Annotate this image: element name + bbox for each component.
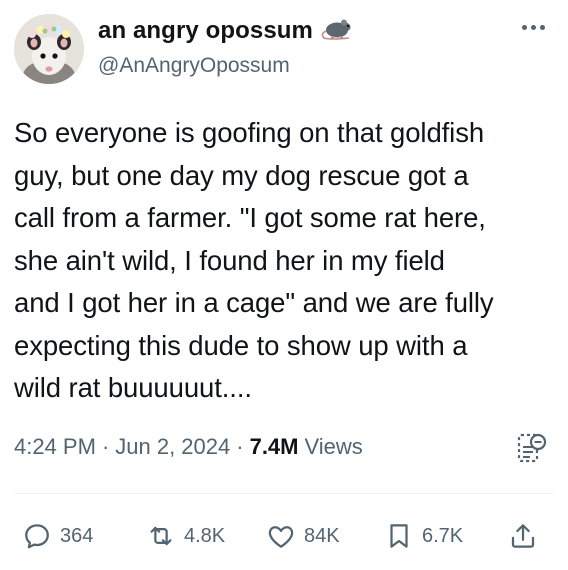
action-bar: 364 4.8K 84K 6.7K bbox=[0, 516, 568, 556]
grok-icon[interactable] bbox=[516, 430, 548, 466]
bookmark-count: 6.7K bbox=[422, 524, 464, 547]
like-button[interactable]: 84K bbox=[266, 516, 340, 556]
reply-button[interactable]: 364 bbox=[22, 516, 93, 556]
like-count: 84K bbox=[304, 524, 340, 547]
opossum-avatar-icon bbox=[14, 14, 84, 84]
tweet-meta: 4:24 PM · Jun 2, 2024 · 7.4M Views bbox=[14, 434, 363, 460]
meta-separator: · bbox=[236, 434, 244, 459]
share-button[interactable] bbox=[508, 516, 538, 556]
bookmark-icon bbox=[390, 524, 408, 548]
divider bbox=[14, 493, 554, 494]
repost-count: 4.8K bbox=[184, 524, 226, 547]
repost-icon bbox=[150, 526, 172, 546]
heart-icon bbox=[268, 526, 294, 548]
author-name-row: an angry opossum bbox=[98, 16, 355, 45]
tweet-text: So everyone is goofing on that goldfish … bbox=[14, 117, 494, 403]
display-name[interactable]: an angry opossum bbox=[98, 17, 313, 45]
repost-button[interactable]: 4.8K bbox=[146, 516, 225, 556]
rat-icon bbox=[321, 16, 355, 45]
tweet-date[interactable]: Jun 2, 2024 bbox=[115, 434, 230, 460]
views-count: 7.4M bbox=[249, 434, 299, 459]
tweet-time[interactable]: 4:24 PM bbox=[14, 434, 96, 460]
reply-icon bbox=[25, 524, 49, 549]
meta-separator: · bbox=[101, 434, 110, 459]
share-icon bbox=[511, 524, 535, 548]
reply-count: 364 bbox=[60, 524, 94, 547]
avatar[interactable] bbox=[14, 14, 84, 84]
bookmark-button[interactable]: 6.7K bbox=[384, 516, 463, 556]
author-handle[interactable]: @AnAngryOpossum bbox=[98, 54, 290, 78]
views-label: Views bbox=[304, 434, 363, 459]
more-options-icon[interactable] bbox=[522, 20, 550, 34]
